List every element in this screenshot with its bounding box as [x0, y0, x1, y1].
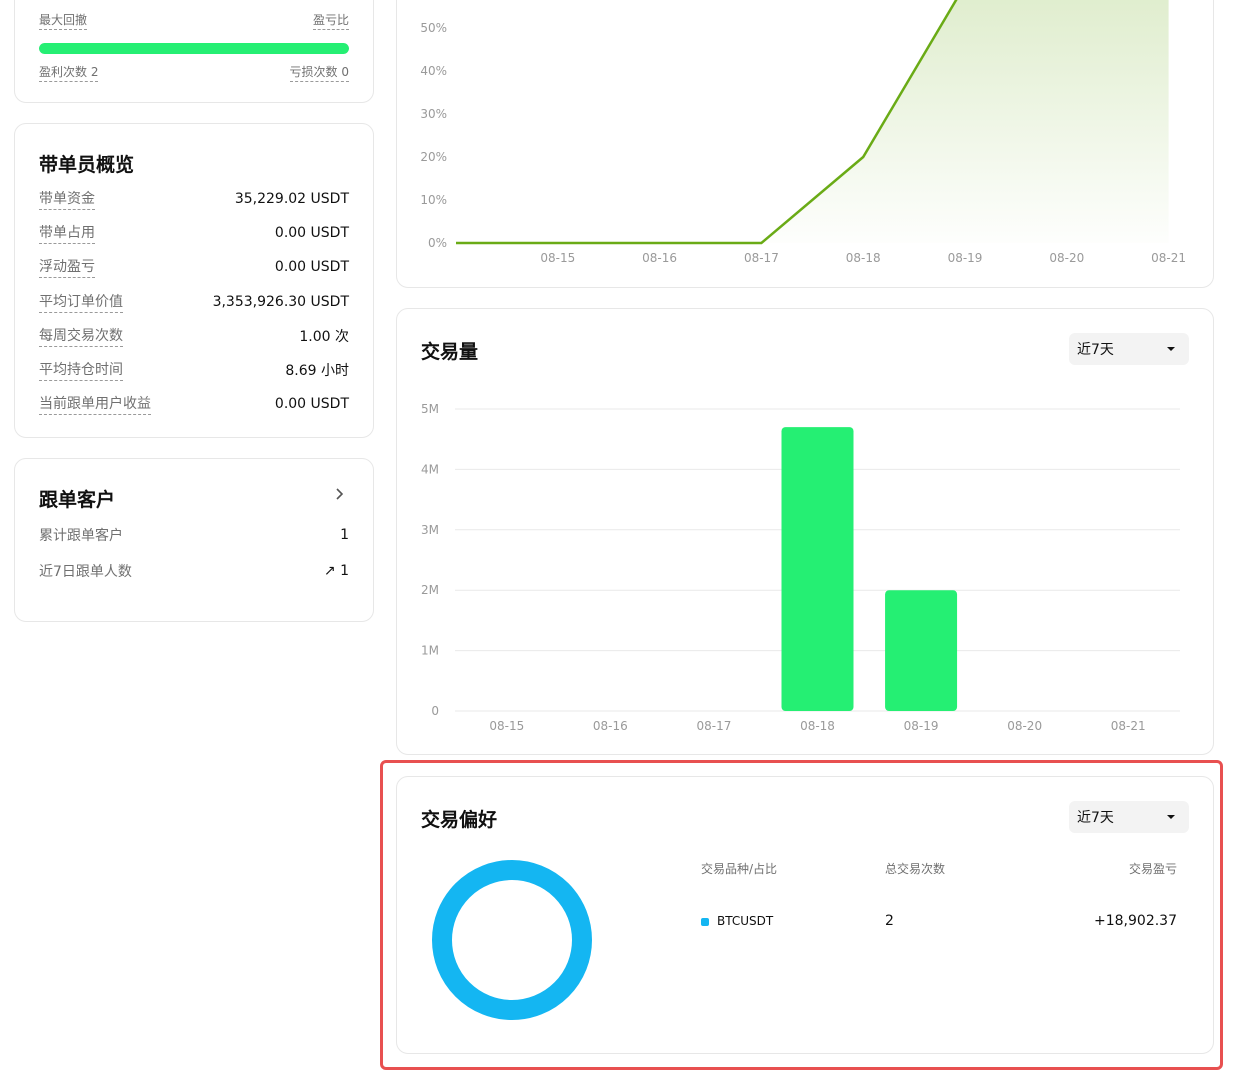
y-tick-label: 1M: [421, 644, 439, 658]
y-tick-label: 2M: [421, 583, 439, 597]
x-tick-label: 08-18: [800, 719, 835, 733]
overview-row-label[interactable]: 当前跟单用户收益: [39, 393, 151, 416]
symbol-header: 交易品种/占比: [701, 862, 778, 876]
max-drawdown-label[interactable]: 最大回撤: [39, 11, 88, 30]
overview-row: 浮动盈亏 0.00 USDT: [39, 256, 349, 279]
total-followers-value: 1: [340, 527, 349, 543]
overview-title: 带单员概览: [39, 154, 135, 176]
overview-row: 带单资金 35,229.02 USDT: [39, 188, 349, 210]
count-header: 总交易次数: [885, 862, 946, 876]
x-tick-label: 08-15: [540, 251, 575, 265]
overview-row-value: 8.69 小时: [285, 363, 349, 379]
overview-row-label[interactable]: 平均订单价值: [39, 291, 123, 313]
preference-donut-chart: [432, 860, 592, 1020]
total-followers-row: 累计跟单客户 1: [39, 525, 349, 545]
trade-stats-card: 最大回撤 盈亏比 盈利次数 2 亏损次数 0: [14, 0, 374, 103]
overview-row: 平均持仓时间 8.69 小时: [39, 359, 349, 381]
win-loss-row: 盈利次数 2 亏损次数 0: [39, 63, 349, 82]
y-tick-label: 5M: [421, 402, 439, 416]
count-cell: 2: [885, 913, 894, 929]
x-tick-label: 08-17: [696, 719, 731, 733]
y-tick-label: 40%: [420, 64, 447, 78]
trader-overview-card: 带单员概览 带单资金 35,229.02 USDT 带单占用 0.00 USDT 浮动盈…: [14, 123, 374, 438]
x-tick-label: 08-19: [904, 719, 939, 733]
overview-row-label[interactable]: 带单资金: [39, 188, 95, 210]
loss-count-label[interactable]: 亏损次数 0: [289, 63, 349, 82]
symbol-cell: BTCUSDT: [701, 914, 773, 928]
chevron-right-icon[interactable]: [333, 487, 347, 501]
x-tick-label: 08-20: [1049, 251, 1084, 265]
overview-row-label[interactable]: 每周交易次数: [39, 325, 123, 347]
followers-title: 跟单客户: [39, 489, 116, 511]
preference-range-value: 近7天: [1077, 810, 1114, 826]
volume-bar: [885, 590, 958, 711]
volume-bar-chart: 0 1M 2M 3M 4M 5M 08-15 08-16 08-17 08-18 08-19 08-2…: [421, 402, 1180, 733]
overview-row-label[interactable]: 带单占用: [39, 222, 95, 245]
win-count-label[interactable]: 盈利次数 2: [39, 63, 99, 82]
x-tick-label: 08-16: [642, 251, 677, 265]
caret-down-icon: [1167, 815, 1175, 819]
recent-followers-label: 近7日跟单人数: [39, 564, 132, 580]
drawdown-ratio-row: 最大回撤 盈亏比: [39, 11, 349, 30]
overview-row: 每周交易次数 1.00 次: [39, 325, 349, 347]
overview-row-value: 35,229.02 USDT: [234, 191, 349, 207]
pnl-area-fill: [456, 0, 1169, 243]
overview-row-value: 3,353,926.30 USDT: [212, 293, 349, 310]
x-tick-label: 08-17: [744, 251, 779, 265]
pnl-header: 交易盈亏: [1128, 862, 1177, 876]
overview-row: 平均订单价值 3,353,926.30 USDT: [39, 291, 349, 313]
overview-row-value: 0.00 USDT: [274, 225, 349, 242]
y-tick-label: 0: [431, 704, 439, 718]
x-tick-label: 08-15: [489, 719, 524, 733]
overview-row-value: 0.00 USDT: [274, 396, 349, 413]
followers-card[interactable]: 跟单客户 累计跟单客户 1 近7日跟单人数 ↗ 1: [14, 458, 374, 622]
overview-row-value: 1.00 次: [299, 328, 349, 345]
y-tick-label: 20%: [420, 150, 447, 164]
overview-row-label[interactable]: 浮动盈亏: [39, 256, 95, 279]
volume-bar: [781, 427, 854, 711]
x-tick-label: 08-20: [1007, 719, 1042, 733]
pnl-chart-card: 0% 10% 20% 30% 40% 50% 08-15 08-16 08-17 08-18 08-…: [396, 0, 1214, 288]
total-followers-label: 累计跟单客户: [39, 528, 123, 544]
y-tick-label: 4M: [421, 462, 439, 476]
preference-range-select[interactable]: 近7天: [1069, 801, 1189, 833]
trade-preference-card: 交易偏好 近7天 交易品种/占比 总交易次数 交易盈亏 BTCUSDT 2 +1…: [396, 776, 1214, 1054]
win-loss-progress: [39, 43, 349, 54]
donut-slice: [432, 860, 592, 1020]
pnl-ratio-label[interactable]: 盈亏比: [312, 11, 349, 30]
y-tick-label: 50%: [420, 21, 447, 35]
y-tick-label: 3M: [421, 523, 439, 537]
preference-title: 交易偏好: [421, 809, 498, 831]
recent-followers-value: ↗ 1: [323, 563, 349, 579]
y-tick-label: 0%: [428, 236, 447, 250]
overview-row-label[interactable]: 平均持仓时间: [39, 359, 123, 381]
y-tick-label: 30%: [420, 107, 447, 121]
x-tick-label: 08-18: [846, 251, 881, 265]
overview-row-value: 0.00 USDT: [274, 259, 349, 276]
x-tick-label: 08-19: [948, 251, 983, 265]
overview-row: 带单占用 0.00 USDT: [39, 222, 349, 245]
y-tick-label: 10%: [420, 193, 447, 207]
overview-row: 当前跟单用户收益 0.00 USDT: [39, 393, 349, 416]
x-tick-label: 08-21: [1151, 251, 1186, 265]
pnl-cell: +18,902.37: [1094, 913, 1177, 929]
pnl-area-chart: 0% 10% 20% 30% 40% 50% 08-15 08-16 08-17 08-18 08-…: [420, 0, 1186, 265]
volume-card: 交易量 近7天 0 1M 2M 3M 4M 5M 08-15 08-16 08-17 08-18 0…: [396, 308, 1214, 755]
x-tick-label: 08-21: [1111, 719, 1146, 733]
recent-followers-row: 近7日跟单人数 ↗ 1: [39, 561, 349, 581]
symbol-name: BTCUSDT: [717, 914, 774, 928]
legend-square: [701, 917, 709, 926]
win-progress-fill: [39, 43, 349, 54]
x-tick-label: 08-16: [593, 719, 628, 733]
